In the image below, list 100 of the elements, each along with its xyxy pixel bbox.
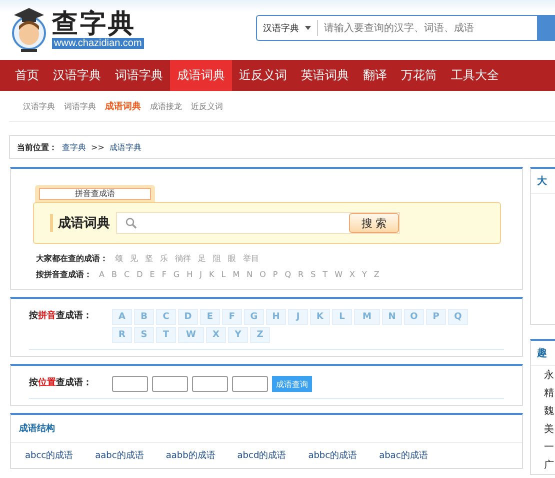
sidebar-title: 趣 bbox=[531, 341, 555, 366]
letter-button[interactable]: R bbox=[112, 327, 132, 343]
nav-item[interactable]: 工具大全 bbox=[444, 60, 506, 91]
letter-button[interactable]: K bbox=[310, 309, 330, 325]
letter-button[interactable]: E bbox=[200, 309, 220, 325]
search-icon bbox=[125, 217, 137, 229]
letter-link[interactable]: F bbox=[162, 270, 166, 279]
letter-link[interactable]: R bbox=[298, 270, 304, 279]
popular-idiom-link[interactable]: 坚 bbox=[145, 253, 153, 264]
letter-button[interactable]: J bbox=[288, 309, 308, 325]
letter-button[interactable]: B bbox=[134, 309, 154, 325]
nav-item[interactable]: 成语词典 bbox=[170, 60, 232, 91]
sidebar-link[interactable]: 魏 bbox=[531, 402, 555, 420]
structure-link[interactable]: aabc的成语 bbox=[95, 449, 144, 462]
sidebar-link[interactable]: 精 bbox=[531, 384, 555, 402]
letter-button[interactable]: Z bbox=[250, 327, 270, 343]
letter-link[interactable]: M bbox=[232, 270, 240, 279]
character-field[interactable] bbox=[112, 376, 148, 392]
letter-link[interactable]: X bbox=[349, 270, 355, 279]
popular-idiom-link[interactable]: 阻 bbox=[213, 253, 221, 264]
structure-link[interactable]: abcc的成语 bbox=[25, 449, 74, 462]
letter-button[interactable]: L bbox=[332, 309, 352, 325]
popular-idiom-link[interactable]: 颂 bbox=[115, 253, 123, 264]
letter-link[interactable]: W bbox=[334, 270, 342, 279]
letter-button[interactable]: G bbox=[244, 309, 264, 325]
popular-idiom-link[interactable]: 举目 bbox=[243, 253, 259, 264]
letter-link[interactable]: B bbox=[111, 270, 117, 279]
letter-link[interactable]: Q bbox=[284, 270, 292, 279]
letter-link[interactable]: Z bbox=[374, 270, 380, 279]
nav-item[interactable]: 翻译 bbox=[356, 60, 394, 91]
popular-idiom-link[interactable]: 乐 bbox=[160, 253, 168, 264]
section-title: 成语结构 bbox=[11, 415, 522, 443]
letter-button[interactable]: C bbox=[156, 309, 176, 325]
structure-link[interactable]: aabb的成语 bbox=[166, 449, 216, 462]
letter-link[interactable]: P bbox=[272, 270, 278, 279]
idiom-search-field[interactable]: 搜 索 bbox=[116, 212, 400, 234]
letter-button[interactable]: M bbox=[354, 309, 380, 325]
subnav-link[interactable]: 成语词典 bbox=[105, 100, 141, 112]
nav-item[interactable]: 近反义词 bbox=[232, 60, 294, 91]
letter-link[interactable]: A bbox=[99, 270, 104, 279]
nav-item[interactable]: 英语词典 bbox=[294, 60, 356, 91]
search-bar[interactable]: 汉语字典 请输入要查询的汉字、词语、成语 bbox=[256, 15, 555, 41]
search-button[interactable]: 搜 索 bbox=[349, 213, 399, 233]
letter-button[interactable]: T bbox=[156, 327, 176, 343]
letter-button[interactable]: X bbox=[206, 327, 226, 343]
subnav-link[interactable]: 近反义词 bbox=[191, 100, 223, 112]
sidebar-link[interactable]: 美 bbox=[531, 420, 555, 438]
letter-link[interactable]: G bbox=[173, 270, 180, 279]
structure-link[interactable]: abcd的成语 bbox=[237, 449, 286, 462]
popular-idiom-link[interactable]: 见 bbox=[130, 253, 138, 264]
letter-link[interactable]: C bbox=[124, 270, 130, 279]
letter-button[interactable]: A bbox=[112, 309, 132, 325]
pinyin-label: 按拼音查成语： bbox=[36, 269, 92, 280]
character-field[interactable] bbox=[232, 376, 268, 392]
subnav-link[interactable]: 成语接龙 bbox=[150, 100, 182, 112]
popular-idiom-link[interactable]: 眼 bbox=[228, 253, 236, 264]
query-button[interactable]: 成语查询 bbox=[272, 376, 312, 392]
search-tab[interactable]: 拼音查成语 bbox=[35, 185, 155, 202]
letter-link[interactable]: L bbox=[221, 270, 226, 279]
character-field[interactable] bbox=[152, 376, 188, 392]
logo-url: www.chazidian.com bbox=[52, 38, 144, 48]
letter-link[interactable]: K bbox=[209, 270, 214, 279]
sidebar-link[interactable]: 广 bbox=[531, 456, 555, 474]
letter-link[interactable]: T bbox=[322, 270, 328, 279]
letter-link[interactable]: D bbox=[136, 270, 143, 279]
letter-button[interactable]: F bbox=[222, 309, 242, 325]
letter-button[interactable]: W bbox=[178, 327, 204, 343]
nav-item[interactable]: 词语字典 bbox=[108, 60, 170, 91]
popular-idiom-link[interactable]: 徜徉 bbox=[175, 253, 191, 264]
mascot-icon bbox=[10, 6, 48, 52]
nav-item[interactable]: 汉语字典 bbox=[46, 60, 108, 91]
letter-button[interactable]: Q bbox=[448, 309, 468, 325]
character-field[interactable] bbox=[192, 376, 228, 392]
sidebar-link[interactable]: 一 bbox=[531, 438, 555, 456]
letter-link[interactable]: E bbox=[150, 270, 155, 279]
letter-button[interactable]: H bbox=[266, 309, 286, 325]
breadcrumb-link[interactable]: 查字典 bbox=[62, 142, 86, 152]
nav-item[interactable]: 首页 bbox=[8, 60, 46, 91]
letter-button[interactable]: N bbox=[382, 309, 402, 325]
letter-button[interactable]: O bbox=[404, 309, 424, 325]
popular-idiom-link[interactable]: 足 bbox=[198, 253, 206, 264]
letter-link[interactable]: O bbox=[260, 270, 266, 279]
letter-button[interactable]: S bbox=[134, 327, 154, 343]
subnav-link[interactable]: 汉语字典 bbox=[23, 100, 55, 112]
letter-button[interactable]: Y bbox=[228, 327, 248, 343]
subnav-link[interactable]: 词语字典 bbox=[64, 100, 96, 112]
popular-label: 大家都在查的成语： bbox=[36, 253, 108, 264]
breadcrumb-label: 当前位置： bbox=[17, 142, 57, 152]
letter-link[interactable]: H bbox=[186, 270, 193, 279]
letter-link[interactable]: J bbox=[200, 270, 202, 279]
letter-link[interactable]: Y bbox=[362, 270, 367, 279]
breadcrumb-link[interactable]: 成语字典 bbox=[109, 142, 142, 152]
letter-link[interactable]: S bbox=[310, 270, 316, 279]
letter-button[interactable]: P bbox=[426, 309, 446, 325]
sidebar-link[interactable]: 永 bbox=[531, 366, 555, 384]
letter-button[interactable]: D bbox=[178, 309, 198, 325]
letter-link[interactable]: N bbox=[246, 270, 253, 279]
structure-link[interactable]: abbc的成语 bbox=[308, 449, 358, 462]
structure-link[interactable]: abac的成语 bbox=[379, 449, 428, 462]
nav-item[interactable]: 万花筒 bbox=[394, 60, 444, 91]
